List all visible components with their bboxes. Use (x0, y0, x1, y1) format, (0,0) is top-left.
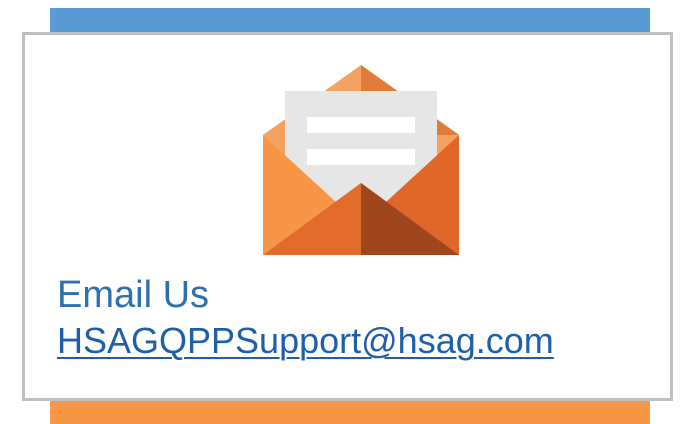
contact-tile: Email Us HSAGQPPSupport@hsag.com (0, 0, 683, 424)
email-envelope-icon (263, 65, 459, 255)
top-accent-bar (50, 8, 650, 34)
bottom-accent-bar (50, 398, 650, 424)
email-us-heading: Email Us (57, 274, 210, 316)
email-card: Email Us HSAGQPPSupport@hsag.com (22, 32, 673, 401)
support-email-link[interactable]: HSAGQPPSupport@hsag.com (57, 319, 554, 363)
